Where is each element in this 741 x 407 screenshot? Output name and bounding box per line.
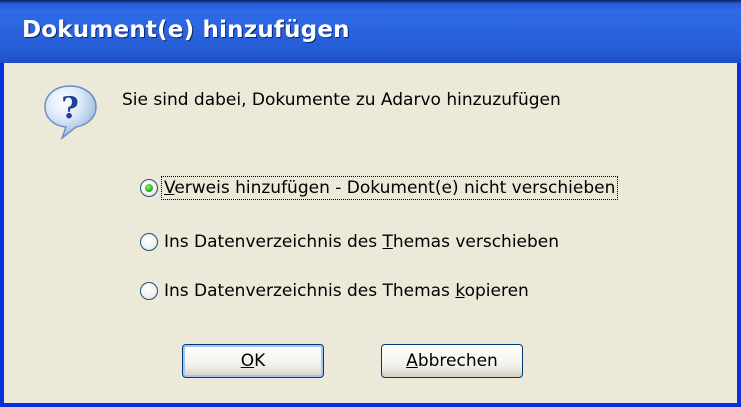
cancel-button-label: Abbrechen xyxy=(406,351,498,371)
window-title: Dokument(e) hinzufügen xyxy=(22,17,350,43)
radio-button-move[interactable] xyxy=(140,233,158,251)
radio-option-reference[interactable]: Verweis hinzufügen - Dokument(e) nicht v… xyxy=(140,174,619,202)
window-frame-left xyxy=(0,63,4,407)
radio-label-reference[interactable]: Verweis hinzufügen - Dokument(e) nicht v… xyxy=(160,176,619,200)
title-bar[interactable]: Dokument(e) hinzufügen xyxy=(0,0,741,63)
radio-button-reference[interactable] xyxy=(140,179,158,197)
svg-text:?: ? xyxy=(61,91,79,126)
ok-button[interactable]: OK xyxy=(182,344,324,378)
radio-label-move[interactable]: Ins Datenverzeichnis des Themas verschie… xyxy=(162,231,561,253)
window-frame-right xyxy=(737,63,741,407)
radio-label-copy[interactable]: Ins Datenverzeichnis des Themas kopieren xyxy=(162,280,531,302)
cancel-button[interactable]: Abbrechen xyxy=(381,344,523,378)
window-frame-bottom xyxy=(0,403,741,407)
dialog-message: Sie sind dabei, Dokumente zu Adarvo hinz… xyxy=(122,90,561,110)
dialog-window: Dokument(e) hinzufügen ? Sie sind dabei,… xyxy=(0,0,741,407)
question-icon: ? xyxy=(44,85,97,141)
ok-button-label: OK xyxy=(240,351,266,371)
radio-option-copy[interactable]: Ins Datenverzeichnis des Themas kopieren xyxy=(140,277,531,305)
radio-option-move[interactable]: Ins Datenverzeichnis des Themas verschie… xyxy=(140,228,561,256)
radio-button-copy[interactable] xyxy=(140,282,158,300)
